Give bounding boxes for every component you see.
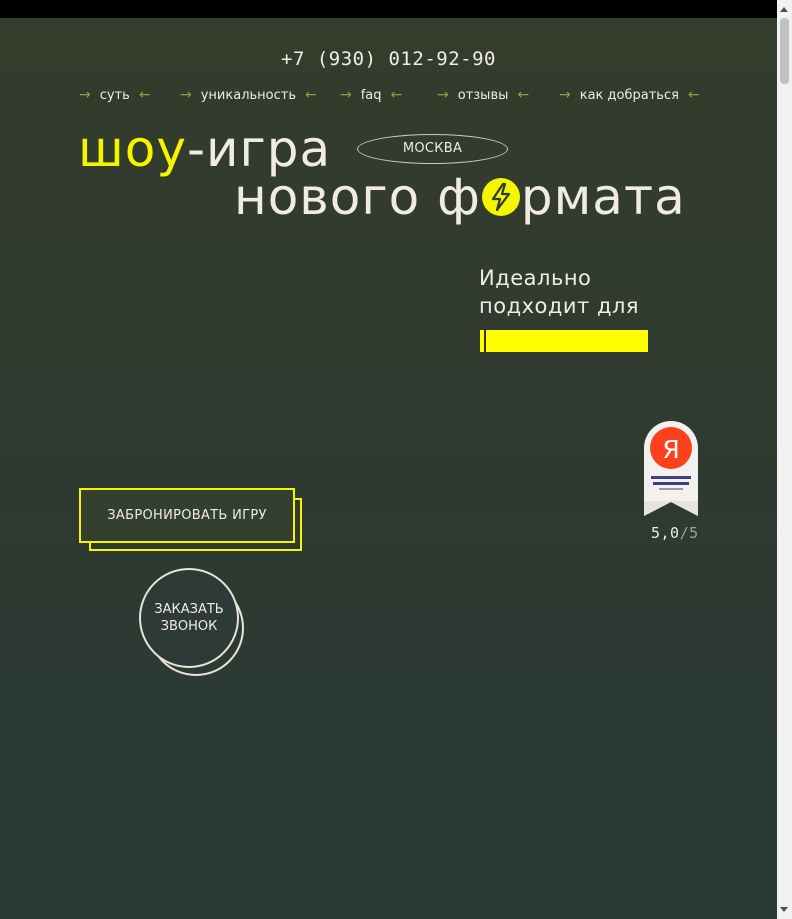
nav-label: отзывы bbox=[457, 87, 509, 103]
arrow-right-icon: → bbox=[340, 87, 352, 103]
nav-item-reviews[interactable]: → отзывы ← bbox=[437, 86, 529, 104]
yandex-logo: Я bbox=[662, 435, 679, 464]
nav-label: суть bbox=[99, 87, 130, 103]
call-label-line1: ЗАКАЗАТЬ bbox=[154, 602, 224, 617]
nav-label: faq bbox=[360, 87, 382, 103]
phone-number[interactable]: +7 (930) 012-92-90 bbox=[0, 48, 777, 70]
scroll-up-arrow-icon[interactable] bbox=[780, 7, 788, 12]
top-bar bbox=[0, 0, 777, 18]
scroll-down-arrow-icon[interactable] bbox=[780, 907, 788, 912]
city-badge[interactable]: МОСКВА bbox=[357, 134, 508, 164]
arrow-left-icon: ← bbox=[517, 87, 530, 103]
ideal-line1: Идеально bbox=[479, 266, 592, 290]
nav-item-sut[interactable]: → суть ← bbox=[79, 86, 151, 104]
arrow-right-icon: → bbox=[180, 87, 192, 103]
book-game-button[interactable]: ЗАБРОНИРОВАТЬ ИГРУ bbox=[79, 488, 295, 543]
arrow-left-icon: ← bbox=[305, 87, 317, 103]
title-line2-part-b: рмата bbox=[520, 168, 686, 226]
arrow-left-icon: ← bbox=[687, 87, 700, 103]
rating-max: 5 bbox=[689, 524, 699, 542]
arrow-left-icon: ← bbox=[138, 87, 151, 103]
text-caret bbox=[484, 329, 486, 353]
title-line2-part-a: нового ф bbox=[234, 168, 481, 226]
rating-separator: / bbox=[679, 524, 690, 542]
nav-label: как добраться bbox=[579, 87, 679, 103]
nav-item-uniqueness[interactable]: → уникальность ← bbox=[180, 86, 317, 104]
rating-score: 5,0/5 bbox=[651, 524, 699, 542]
call-label-line2: ЗВОНОК bbox=[160, 619, 218, 634]
title-highlight: шоу bbox=[78, 120, 187, 178]
hero-title-line2: нового ф рмата bbox=[234, 172, 686, 222]
arrow-right-icon: → bbox=[437, 87, 449, 103]
nav-label: уникальность bbox=[200, 87, 296, 103]
scroll-thumb[interactable] bbox=[780, 18, 789, 84]
arrow-right-icon: → bbox=[559, 87, 571, 103]
yandex-rating-badge[interactable]: Я bbox=[644, 421, 698, 516]
request-call-button[interactable]: ЗАКАЗАТЬ ЗВОНОК bbox=[139, 568, 239, 668]
arrow-left-icon: ← bbox=[390, 87, 403, 103]
rating-value: 5,0 bbox=[651, 524, 680, 542]
nav-item-faq[interactable]: → faq ← bbox=[340, 86, 402, 104]
ideal-for-text: Идеально подходит для bbox=[479, 264, 639, 320]
hero-title-line1: шоу-игра bbox=[78, 124, 331, 174]
typewriter-highlight bbox=[480, 330, 648, 352]
arrow-right-icon: → bbox=[79, 87, 91, 103]
vertical-scrollbar[interactable] bbox=[777, 0, 792, 919]
ideal-line2: подходит для bbox=[479, 294, 640, 318]
lightning-icon bbox=[481, 178, 520, 216]
nav-item-directions[interactable]: → как добраться ← bbox=[559, 86, 700, 104]
hero-section: +7 (930) 012-92-90 → суть ← → уникальнос… bbox=[0, 18, 777, 919]
